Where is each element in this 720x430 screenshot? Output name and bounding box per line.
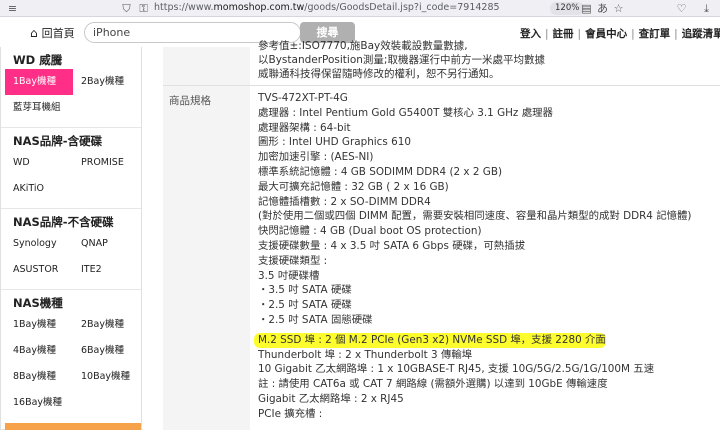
sidebar-bottom-banner[interactable] — [5, 423, 141, 430]
text-line: 以BystanderPosition測量;取機器運行中前方一米處平均數據 — [258, 54, 545, 66]
lock-icon[interactable]: ⚿ — [137, 2, 150, 15]
spec-drive-25: ・2.5 吋 SATA 硬碟 — [258, 299, 352, 312]
sidebar-item-qnap[interactable]: QNAP — [73, 231, 141, 257]
sidebar-item-4bay-model[interactable]: 4Bay機種 — [5, 338, 73, 364]
page-icon[interactable]: ▤ — [580, 2, 593, 15]
spec-thunderbolt: Thunderbolt 埠 : 2 x Thunderbolt 3 傳輸埠 — [258, 348, 473, 361]
sidebar-section-nas-models: NAS機種 1Bay機種 2Bay機種 4Bay機種 6Bay機種 8Bay機種… — [1, 290, 141, 422]
spec-m2-highlighted: M.2 SSD 埠 : 2 個 M.2 PCIe (Gen3 x2) NVMe … — [254, 332, 606, 348]
spec-pcie: PCIe 擴充槽 : — [258, 407, 323, 420]
sidebar-item-1bay[interactable]: 1Bay機種 — [5, 69, 73, 95]
menu-icon[interactable]: ≡ — [6, 2, 19, 15]
sidebar-item-2bay-model[interactable]: 2Bay機種 — [73, 312, 141, 338]
spec-arch: 處理器架構 : 64-bit — [258, 121, 351, 134]
sidebar-item-promise[interactable]: PROMISE — [73, 150, 141, 176]
spec-memory-note: (對於使用二個或四個 DIMM 配置，需要安裝相同速度、容量和晶片類型的成對 D… — [258, 210, 692, 223]
browser-toolbar: ≡ ⛉ ⚿ https://www.momoshop.com.tw/goods/… — [0, 0, 720, 17]
sidebar-item-6bay-model[interactable]: 6Bay機種 — [73, 338, 141, 364]
spec-drive-bay: 3.5 吋硬碟槽 — [258, 269, 320, 282]
url-host: momoshop.com.tw — [213, 2, 305, 13]
spec-gbe: Gigabit 乙太網路埠 : 2 x RJ45 — [258, 392, 404, 405]
sidebar-item-bluetooth[interactable]: 藍芽耳機組 — [5, 95, 73, 121]
sidebar-item-2bay[interactable]: 2Bay機種 — [73, 69, 141, 95]
translate-icon[interactable]: あ — [596, 2, 609, 15]
address-bar[interactable]: https://www.momoshop.com.tw/goods/GoodsD… — [154, 2, 500, 13]
spec-table: 參考值±:ISO7770,施Bay效裝載設數量數據, 以BystanderPos… — [163, 40, 720, 430]
sidebar-item-8bay-model[interactable]: 8Bay機種 — [5, 364, 73, 390]
spec-lines: TVS-472XT-PT-4G 處理器 : Intel Pentium Gold… — [254, 91, 718, 422]
spec-memory-slots: 記憶體插槽數 : 2 x SO-DIMM DDR4 — [258, 195, 431, 208]
sidebar-item-ite2[interactable]: ITE2 — [73, 257, 141, 283]
spec-encryption: 加密加速引擎 : (AES-NI) — [258, 151, 374, 164]
spec-max-memory: 最大可擴充記憶體 : 32 GB ( 2 x 16 GB) — [258, 180, 449, 193]
sidebar-item-asustor[interactable]: ASUSTOR — [5, 257, 73, 283]
sidebar-section-title: NAS品牌-含硬碟 — [13, 134, 103, 148]
sidebar-item-synology[interactable]: Synology — [5, 231, 73, 257]
sidebar-section-wd: WD 威騰 1Bay機種 2Bay機種 藍芽耳機組 — [1, 47, 141, 128]
spec-drive-count: 支援硬碟數量 : 4 x 3.5 吋 SATA 6 Gbps 硬碟，可熱插拔 — [258, 239, 525, 252]
sidebar-item-1bay-model[interactable]: 1Bay機種 — [5, 312, 73, 338]
spec-cpu: 處理器 : Intel Pentium Gold G5400T 雙核心 3.1 … — [258, 106, 553, 119]
text-line: 參考值±:ISO7770,施Bay效裝載設數量數據, — [258, 40, 468, 52]
sidebar-section-nas-with-disk: NAS品牌-含硬碟 WD PROMISE AKiTiO — [1, 128, 141, 209]
home-icon: ⌂ — [30, 26, 38, 40]
spec-label: 商品規格 — [169, 95, 211, 107]
url-prefix: https://www. — [154, 2, 214, 13]
category-sidebar: WD 威騰 1Bay機種 2Bay機種 藍芽耳機組 NAS品牌-含硬碟 WD P… — [0, 47, 142, 430]
sidebar-item-10bay-model[interactable]: 10Bay機種 — [73, 364, 141, 390]
shield-icon[interactable]: ⛉ — [120, 2, 133, 15]
spec-10gbe: 10 Gigabit 乙太網路埠 : 1 x 10GBASE-T RJ45, 支… — [258, 363, 655, 376]
spec-10gbe-note: 註 : 請使用 CAT6a 或 CAT 7 網路線 (需額外選購) 以達到 10… — [258, 378, 608, 391]
spec-graphics: 圖形 : Intel UHD Graphics 610 — [258, 136, 411, 149]
sidebar-item-akitio[interactable]: AKiTiO — [5, 176, 73, 202]
spec-drive-types: 支援硬碟類型 : — [258, 254, 328, 267]
download-icon[interactable]: ⤓ — [700, 2, 713, 15]
previous-row-text: 參考值±:ISO7770,施Bay效裝載設數量數據, 以BystanderPos… — [258, 39, 718, 81]
pocket-icon[interactable]: ♡ — [675, 2, 688, 15]
spec-model: TVS-472XT-PT-4G — [258, 92, 348, 104]
sidebar-section-title: NAS機種 — [13, 296, 63, 310]
sidebar-section-nas-no-disk: NAS品牌-不含硬碟 Synology QNAP ASUSTOR ITE2 — [1, 209, 141, 290]
search-value: iPhone — [93, 26, 131, 39]
spec-flash: 快閃記憶體 : 4 GB (Dual boot OS protection) — [258, 225, 482, 238]
sidebar-section-title: WD 威騰 — [13, 53, 63, 67]
row-divider — [163, 85, 720, 86]
url-path: /goods/GoodsDetail.jsp?i_code=7914285 — [304, 2, 500, 13]
text-line: 威聯通科技得保留隨時修改的權利，恕不另行通知。 — [258, 68, 500, 80]
sidebar-item-wd[interactable]: WD — [5, 150, 73, 176]
home-label: 回首頁 — [41, 27, 75, 40]
star-icon[interactable]: ☆ — [612, 2, 625, 15]
sidebar-item-16bay-model[interactable]: 16Bay機種 — [5, 390, 73, 416]
spec-drive-ssd: ・2.5 吋 SATA 固態硬碟 — [258, 313, 373, 326]
home-link[interactable]: ⌂ 回首頁 — [30, 25, 75, 41]
spec-drive-35: ・3.5 吋 SATA 硬碟 — [258, 284, 352, 297]
spec-memory: 標準系統記憶體 : 4 GB SODIMM DDR4 (2 x 2 GB) — [258, 165, 503, 178]
sidebar-section-title: NAS品牌-不含硬碟 — [13, 215, 114, 229]
